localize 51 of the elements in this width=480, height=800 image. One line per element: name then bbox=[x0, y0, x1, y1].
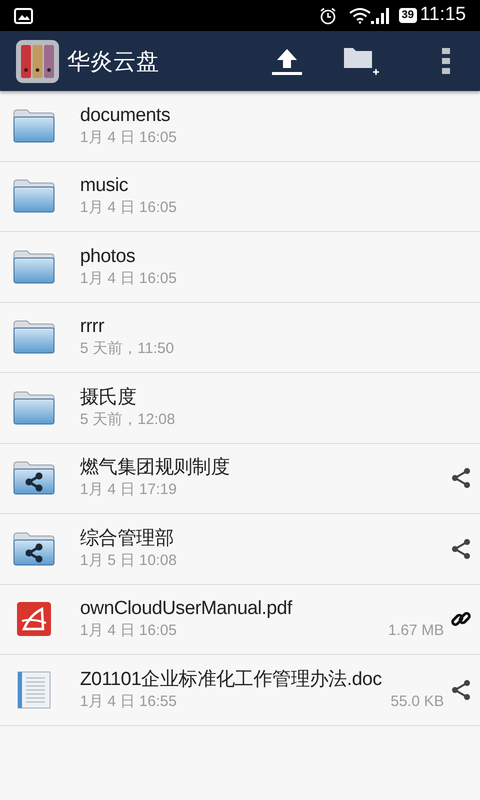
share-icon[interactable] bbox=[449, 678, 473, 702]
folder-icon bbox=[13, 320, 55, 354]
file-name: 综合管理部 bbox=[80, 526, 175, 551]
file-name: rrrr bbox=[80, 315, 106, 340]
app-title: 华炎云盘 bbox=[67, 46, 159, 76]
clock: 11:15 bbox=[420, 3, 466, 28]
upload-icon[interactable] bbox=[271, 47, 303, 75]
share-icon[interactable] bbox=[449, 466, 473, 490]
file-row[interactable]: photos 1月 4 日 16:05 bbox=[0, 232, 480, 302]
folder-icon bbox=[13, 250, 55, 284]
file-row[interactable]: ownCloudUserManual.pdf 1月 4 日 16:05 1.67 MB bbox=[0, 584, 480, 655]
file-name: documents bbox=[80, 104, 172, 128]
shared-folder-icon bbox=[13, 532, 55, 566]
document-icon bbox=[17, 670, 51, 709]
folder-icon bbox=[13, 108, 55, 143]
file-row[interactable]: 综合管理部 1月 5 日 10:08 bbox=[0, 514, 480, 584]
file-row[interactable]: Z01101企业标准化工作管理办法.doc 1月 4 日 16:55 55.0 KB bbox=[0, 655, 480, 726]
wifi-icon bbox=[348, 7, 371, 24]
file-size: 55.0 KB bbox=[390, 692, 444, 712]
file-date: 1月 4 日 16:05 bbox=[80, 621, 177, 642]
file-date: 5 天前，11:50 bbox=[80, 339, 174, 360]
file-date: 1月 4 日 16:05 bbox=[80, 268, 177, 289]
file-name: music bbox=[80, 174, 130, 198]
file-name: ownCloudUserManual.pdf bbox=[80, 597, 294, 622]
file-name: 摄氏度 bbox=[80, 386, 138, 410]
overflow-menu-icon[interactable] bbox=[442, 48, 450, 74]
folder-icon bbox=[13, 179, 55, 214]
share-icon[interactable] bbox=[449, 536, 473, 561]
file-name: 燃气集团规则制度 bbox=[80, 456, 231, 480]
file-name: photos bbox=[80, 244, 136, 269]
pdf-file-icon bbox=[16, 601, 52, 638]
signal-icon bbox=[370, 8, 391, 24]
file-date: 1月 4 日 17:19 bbox=[80, 480, 177, 500]
file-date: 5 天前，12:08 bbox=[80, 410, 176, 430]
folder-icon bbox=[13, 390, 55, 425]
shared-folder-icon bbox=[13, 461, 55, 496]
file-name: Z01101企业标准化工作管理办法.doc bbox=[80, 668, 383, 692]
file-date: 1月 5 日 10:08 bbox=[80, 550, 177, 571]
file-date: 1月 4 日 16:05 bbox=[80, 198, 177, 218]
file-row[interactable]: music 1月 4 日 16:05 bbox=[0, 162, 480, 232]
file-date: 1月 4 日 16:05 bbox=[80, 128, 177, 148]
image-notification-icon bbox=[14, 8, 33, 24]
battery-level: 39 bbox=[398, 8, 417, 23]
file-row[interactable]: rrrr 5 天前，11:50 bbox=[0, 302, 480, 373]
alarm-icon bbox=[318, 6, 337, 24]
file-row[interactable]: documents 1月 4 日 16:05 bbox=[0, 91, 480, 162]
app-logo[interactable] bbox=[16, 40, 59, 82]
file-size: 1.67 MB bbox=[388, 621, 444, 642]
file-date: 1月 4 日 16:55 bbox=[80, 692, 177, 712]
file-row[interactable]: 燃气集团规则制度 1月 4 日 17:19 bbox=[0, 444, 480, 514]
file-row[interactable]: 摄氏度 5 天前，12:08 bbox=[0, 373, 480, 444]
